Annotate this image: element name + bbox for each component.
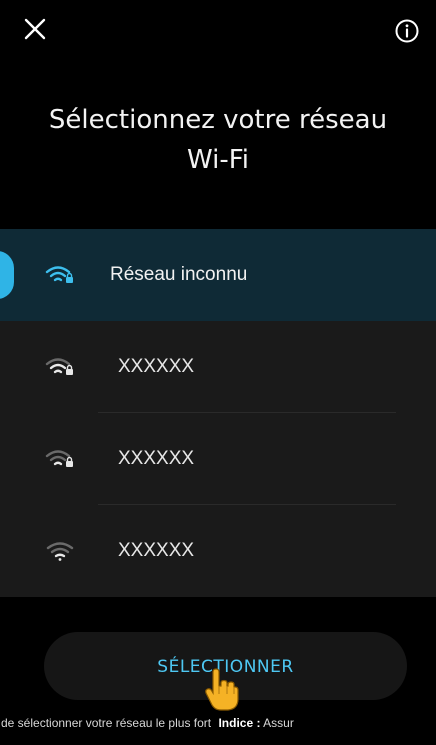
close-icon[interactable] [22,16,48,42]
hint-fade [414,712,436,734]
network-item-selected[interactable]: Réseau inconnu [0,229,436,321]
network-item[interactable]: XXXXXX [0,413,436,505]
hint-text: de sélectionner votre réseau le plus for… [1,712,294,734]
hint-label: Indice : [218,716,261,730]
wifi-locked-icon [45,264,75,286]
network-label: Réseau inconnu [110,264,248,285]
network-item[interactable]: XXXXXX [0,321,436,413]
wifi-locked-icon [45,448,75,470]
wifi-selection-screen: Sélectionnez votre réseau Wi-Fi Réseau i… [0,0,436,745]
network-label: XXXXXX [118,540,195,561]
info-icon[interactable] [394,18,420,44]
network-item[interactable]: XXXXXX [0,505,436,597]
hint-ticker: de sélectionner votre réseau le plus for… [0,712,436,734]
selection-indicator [0,251,14,299]
hint-prefix: de sélectionner votre réseau le plus for… [1,716,212,730]
wifi-icon [45,540,75,562]
page-title: Sélectionnez votre réseau Wi-Fi [48,105,388,175]
hint-suffix: Assur [263,716,294,730]
wifi-locked-icon [45,356,75,378]
network-list: Réseau inconnu XXXXXX XXXXXX XXXXXX [0,229,436,597]
network-label: XXXXXX [118,356,195,377]
hand-pointer-icon [203,668,241,712]
network-label: XXXXXX [118,448,195,469]
top-bar [0,0,436,62]
